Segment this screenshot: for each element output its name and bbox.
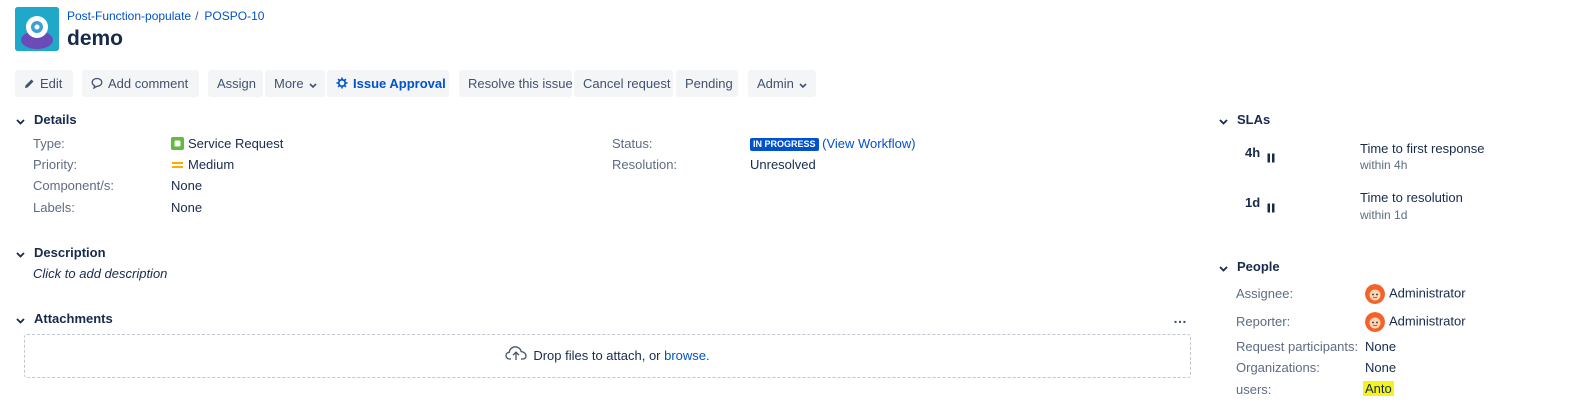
more-button[interactable]: More	[265, 70, 325, 97]
chevron-down-icon	[16, 312, 26, 327]
assignee-label: Assignee:	[1236, 286, 1294, 301]
chevron-down-icon	[309, 71, 317, 98]
sla-goal: within 1d	[1360, 208, 1408, 222]
chevron-down-icon	[16, 246, 26, 261]
sla-time-value: 4h	[1245, 145, 1261, 160]
priority-medium-icon	[171, 158, 184, 173]
description-section-toggle[interactable]: Description	[16, 245, 106, 261]
resolution-value: Unresolved	[750, 157, 816, 172]
status-label: Status:	[612, 136, 653, 151]
more-label: More	[274, 76, 304, 91]
labels-label: Labels:	[33, 200, 75, 215]
issue-approval-label: Issue Approval	[353, 76, 446, 91]
edit-label: Edit	[40, 76, 63, 91]
sla-timer: 4h	[1241, 143, 1281, 163]
breadcrumb-issue-key-link[interactable]: POSPO-10	[204, 9, 264, 23]
sla-title: Time to resolution	[1360, 190, 1463, 205]
attachment-dropzone[interactable]: Drop files to attach, or browse.	[24, 334, 1191, 378]
assignee-value[interactable]: Administrator	[1365, 284, 1466, 304]
pending-label: Pending	[685, 76, 733, 91]
dropzone-text: Drop files to attach, or	[533, 348, 661, 363]
add-comment-button[interactable]: Add comment	[82, 70, 199, 97]
resolve-issue-label: Resolve this issue	[468, 76, 573, 91]
slas-heading: SLAs	[1237, 112, 1271, 127]
components-value[interactable]: None	[171, 178, 202, 193]
user-avatar	[1365, 284, 1385, 304]
breadcrumb: Post-Function-populate / POSPO-10	[67, 9, 265, 23]
users-value[interactable]: Anto	[1363, 381, 1394, 396]
reporter-value[interactable]: Administrator	[1365, 312, 1466, 332]
participants-label: Request participants:	[1236, 339, 1359, 354]
status-value: IN PROGRESS (View Workflow)	[750, 136, 916, 152]
user-avatar	[1365, 312, 1385, 332]
admin-label: Admin	[757, 76, 794, 91]
sla-timer: 1d	[1241, 193, 1281, 213]
people-heading: People	[1237, 259, 1280, 274]
reporter-label: Reporter:	[1236, 314, 1291, 329]
sla-time-value: 1d	[1245, 195, 1261, 210]
priority-value[interactable]: Medium	[171, 157, 234, 173]
users-label: users:	[1236, 382, 1272, 397]
chevron-down-icon	[16, 113, 26, 128]
organizations-label: Organizations:	[1236, 360, 1320, 375]
type-value[interactable]: Service Request	[171, 136, 283, 153]
assign-label: Assign	[217, 76, 257, 91]
cloud-upload-icon	[505, 336, 527, 378]
resolution-label: Resolution:	[612, 157, 678, 172]
assignee-name: Administrator	[1389, 285, 1466, 301]
priority-value-text: Medium	[188, 157, 235, 172]
chevron-down-icon	[1219, 260, 1229, 275]
add-comment-label: Add comment	[108, 76, 189, 91]
browse-link[interactable]: browse.	[664, 348, 710, 363]
sla-title: Time to first response	[1360, 141, 1485, 156]
cancel-request-button[interactable]: Cancel request	[574, 70, 673, 97]
priority-label: Priority:	[33, 157, 78, 172]
type-label: Type:	[33, 136, 65, 151]
attachments-more-icon[interactable]: …	[1173, 310, 1188, 326]
pending-button[interactable]: Pending	[676, 70, 738, 97]
organizations-value[interactable]: None	[1365, 360, 1396, 375]
participants-value[interactable]: None	[1365, 339, 1396, 354]
components-label: Component/s:	[33, 178, 114, 193]
edit-button[interactable]: Edit	[15, 70, 73, 97]
slas-section-toggle[interactable]: SLAs	[1219, 112, 1270, 128]
sla-goal: within 4h	[1360, 158, 1408, 172]
description-field[interactable]: Click to add description	[33, 266, 167, 281]
comment-icon	[91, 71, 103, 98]
admin-button[interactable]: Admin	[748, 70, 816, 97]
project-avatar[interactable]	[15, 7, 59, 51]
breadcrumb-project-link[interactable]: Post-Function-populate	[67, 9, 191, 23]
reporter-name: Administrator	[1389, 313, 1466, 329]
issue-summary[interactable]: demo	[67, 27, 123, 51]
chevron-down-icon	[799, 71, 807, 98]
pause-icon	[1266, 199, 1276, 213]
assign-button[interactable]: Assign	[208, 70, 263, 97]
cancel-request-label: Cancel request	[583, 76, 671, 91]
description-heading: Description	[34, 245, 106, 260]
service-request-icon	[171, 136, 184, 153]
attachments-section-toggle[interactable]: Attachments	[16, 311, 113, 327]
type-value-text: Service Request	[188, 136, 284, 151]
status-lozenge: IN PROGRESS	[750, 138, 819, 152]
pause-icon	[1266, 149, 1276, 163]
chevron-down-icon	[1219, 113, 1229, 128]
issue-approval-button[interactable]: Issue Approval	[327, 70, 449, 97]
details-section-toggle[interactable]: Details	[16, 112, 77, 128]
gear-icon	[336, 71, 348, 98]
attachments-heading: Attachments	[34, 311, 113, 326]
details-heading: Details	[34, 112, 77, 127]
pencil-icon	[24, 71, 35, 98]
people-section-toggle[interactable]: People	[1219, 259, 1280, 275]
view-workflow-link[interactable]: (View Workflow)	[822, 136, 915, 151]
users-value-text: Anto	[1363, 381, 1394, 396]
labels-value[interactable]: None	[171, 200, 202, 215]
resolve-issue-button[interactable]: Resolve this issue	[459, 70, 573, 97]
